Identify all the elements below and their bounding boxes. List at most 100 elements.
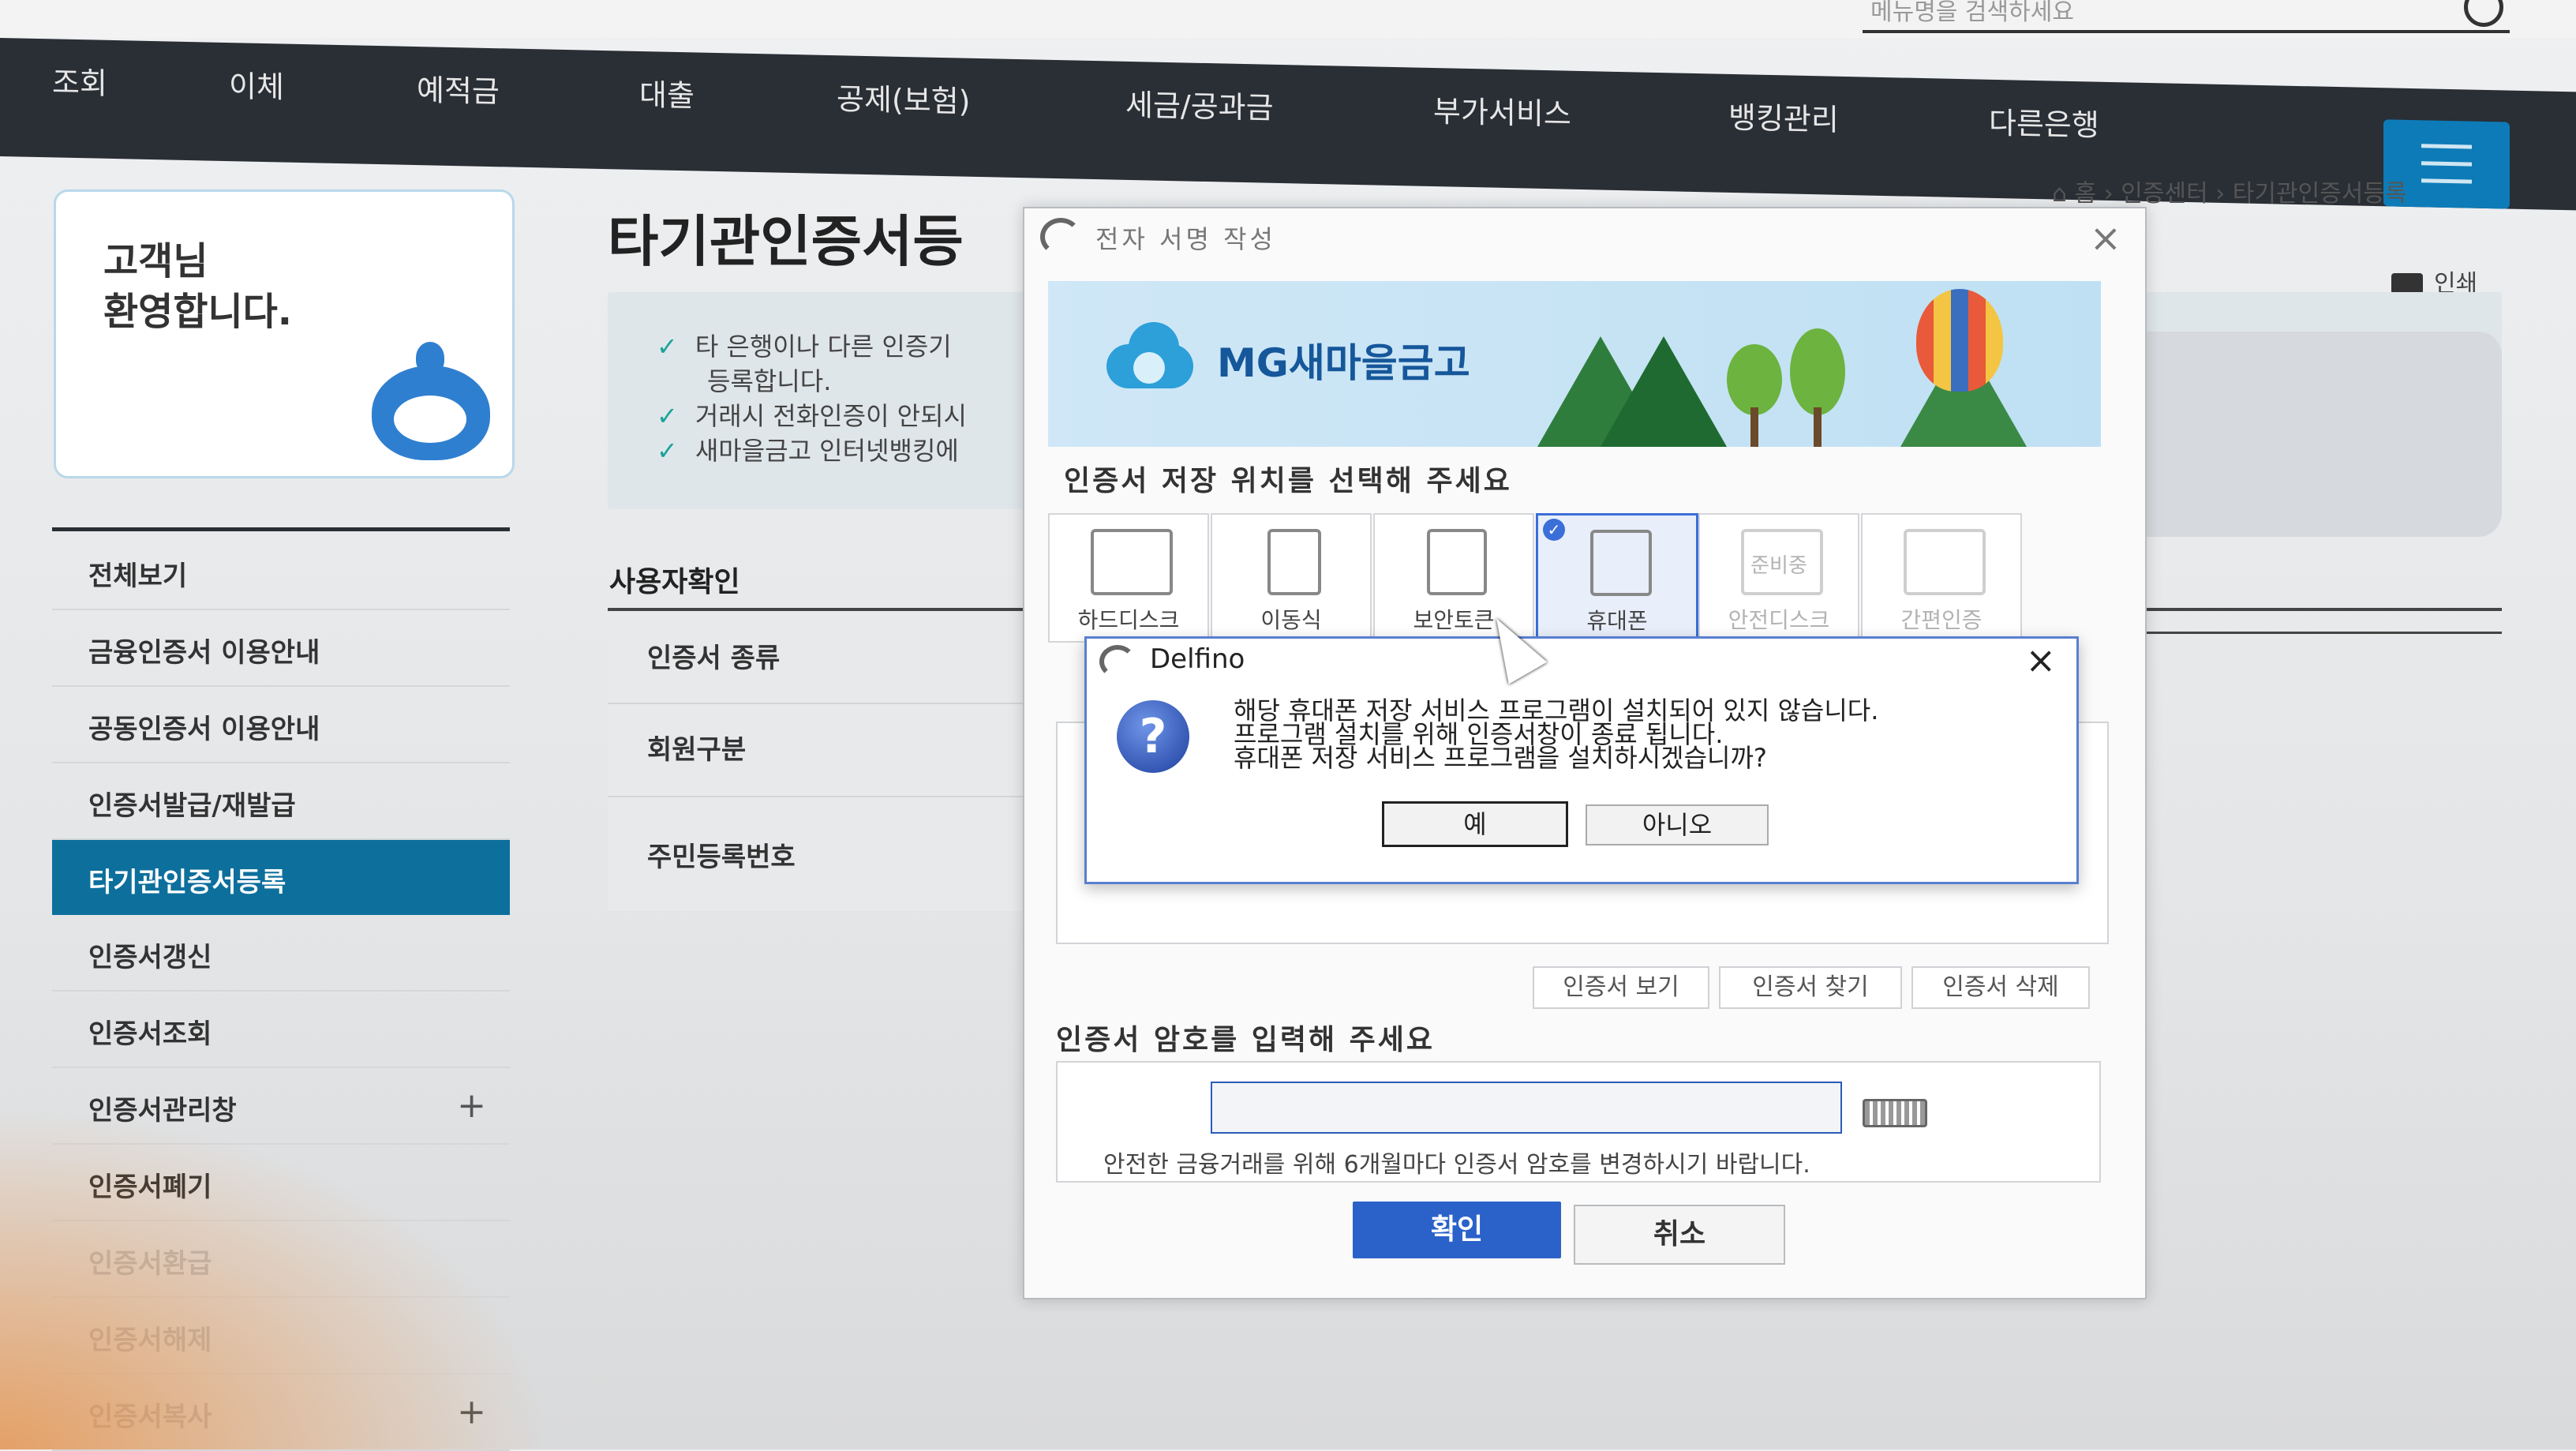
nav-item-banking-mgmt[interactable]: 뱅킹관리 (1728, 93, 1839, 139)
mascot-image (364, 334, 498, 460)
section-title: 사용자확인 (609, 566, 740, 598)
notice-line: ✓ 새마을금고 인터넷뱅킹에 (657, 436, 959, 466)
sidebar-item-label: 인증서복사 (88, 1401, 212, 1433)
usb-icon (1267, 529, 1321, 595)
top-strip: 메뉴명을 검색하세요 (0, 0, 2576, 38)
question-icon: ? (1117, 700, 1189, 773)
side-panel (2115, 332, 2502, 537)
sidebar-item-cert-release[interactable]: 인증서해제 (52, 1298, 510, 1374)
nav-item-other-bank[interactable]: 다른은행 (1989, 99, 2099, 144)
sidebar-item-label: 인증서조회 (88, 1018, 212, 1050)
page-title: 타기관인증서등 (608, 209, 964, 274)
search-box[interactable]: 메뉴명을 검색하세요 (1863, 0, 2510, 33)
no-button[interactable]: 아니오 (1586, 804, 1769, 845)
mg-cloud-logo-icon (1099, 317, 1201, 388)
simple-auth-icon (1904, 529, 1986, 595)
expand-plus-icon[interactable]: + (457, 1085, 486, 1126)
tree-illustration (1727, 344, 1782, 447)
delfino-logo-icon (1040, 218, 1081, 256)
sidebar-item-label: 금융인증서 이용안내 (88, 637, 320, 669)
check-icon: ✓ (657, 401, 678, 431)
sidebar-item-other-cert-register[interactable]: 타기관인증서등록 (52, 840, 510, 915)
brand-banner: MG새마을금고 (1048, 281, 2101, 447)
dialog-title: Delfino (1150, 643, 1245, 675)
preparing-badge: 준비중 (1750, 554, 1807, 578)
sidebar-item-label: 인증서해제 (88, 1325, 212, 1356)
sidebar-item-label: 전체보기 (88, 561, 188, 592)
breadcrumb-current: 타기관인증서등록 (2232, 180, 2407, 208)
check-icon: ✓ (657, 332, 678, 362)
password-note: 안전한 금융거래를 위해 6개월마다 인증서 암호를 변경하시기 바랍니다. (1103, 1151, 1810, 1179)
nav-item-tax[interactable]: 세금/공과금 (1125, 81, 1274, 127)
search-input[interactable]: 메뉴명을 검색하세요 (1870, 0, 2074, 27)
nav-item-insurance[interactable]: 공제(보험) (837, 74, 971, 121)
expand-plus-icon[interactable]: + (457, 1392, 486, 1432)
sidebar-item-cert-manager[interactable]: 인증서관리창 + (52, 1068, 510, 1145)
sidebar-item-cert-copy[interactable]: 인증서복사 + (52, 1374, 510, 1451)
breadcrumb-home[interactable]: 홈 (2075, 180, 2097, 208)
sidebar-item-all[interactable]: 전체보기 (52, 534, 510, 610)
welcome-card: 고객님 환영합니다. (54, 189, 515, 478)
notice-line: ✓ 타 은행이나 다른 인증기 (657, 332, 952, 362)
confirm-button[interactable]: 확인 (1353, 1202, 1561, 1258)
sidebar-item-label: 타기관인증서등록 (88, 867, 286, 898)
sidebar-item-label: 공동인증서 이용안내 (88, 714, 320, 745)
storage-option-removable[interactable]: 이동식 (1211, 513, 1372, 643)
sidebar-item-cert-renew[interactable]: 인증서갱신 (52, 915, 510, 992)
nav-item-deposit[interactable]: 예적금 (417, 66, 500, 111)
close-icon[interactable]: × (2090, 216, 2121, 261)
cancel-button[interactable]: 취소 (1574, 1205, 1785, 1265)
hamburger-icon (2421, 144, 2472, 149)
password-prompt: 인증서 암호를 입력해 주세요 (1056, 1024, 1436, 1056)
virtual-keyboard-icon[interactable] (1863, 1099, 1927, 1127)
sidebar-item-joint-cert-guide[interactable]: 공동인증서 이용안내 (52, 687, 510, 763)
section-divider (2131, 632, 2502, 634)
phone-icon (1590, 530, 1652, 596)
view-cert-button[interactable]: 인증서 보기 (1533, 966, 1709, 1009)
monitor-icon (1091, 529, 1173, 595)
storage-location-prompt: 인증서 저장 위치를 선택해 주세요 (1064, 465, 1512, 497)
storage-option-phone[interactable]: ✓ 휴대폰 (1536, 513, 1698, 644)
search-icon[interactable] (2464, 0, 2503, 27)
nav-item-transfer[interactable]: 이체 (229, 62, 284, 106)
yes-button[interactable]: 예 (1382, 801, 1568, 847)
sidebar-item-cert-refund[interactable]: 인증서환급 (52, 1221, 510, 1298)
storage-option-simple-auth[interactable]: 간편인증 (1861, 513, 2022, 643)
sidebar-divider (52, 527, 510, 531)
breadcrumb-cert-center[interactable]: 인증센터 (2121, 180, 2207, 208)
sidebar-item-cert-revoke[interactable]: 인증서폐기 (52, 1145, 510, 1221)
nav-item-inquiry[interactable]: 조회 (52, 58, 107, 102)
find-cert-button[interactable]: 인증서 찾기 (1719, 966, 1902, 1009)
sidebar-item-cert-lookup[interactable]: 인증서조회 (52, 992, 510, 1068)
sidebar-item-label: 인증서폐기 (88, 1172, 212, 1203)
lock-icon (1427, 529, 1487, 595)
storage-option-safe-disk[interactable]: 준비중 안전디스크 (1698, 513, 1859, 643)
sidebar-item-cert-issue[interactable]: 인증서발급/재발급 (52, 763, 510, 840)
notice-line: ✓ 거래시 전화인증이 안되시 (657, 401, 967, 431)
form-label-resident-number: 주민등록번호 (647, 842, 796, 873)
dialog-message: 해당 휴대폰 저장 서비스 프로그램이 설치되어 있지 않습니다. 프로그램 설… (1234, 696, 1879, 773)
checkmark-icon: ✓ (1543, 519, 1565, 541)
sidebar-item-label: 인증서발급/재발급 (88, 790, 296, 822)
close-icon[interactable]: × (2025, 639, 2056, 681)
window-title: 전자 서명 작성 (1095, 224, 1276, 254)
sidebar-item-label: 인증서환급 (88, 1248, 212, 1280)
form-label-cert-type: 인증서 종류 (647, 643, 781, 674)
chevron-right-icon: › (2103, 180, 2114, 208)
brand-name: MG새마을금고 (1217, 340, 1470, 386)
storage-option-harddisk[interactable]: 하드디스크 (1048, 513, 1209, 643)
user-check-form: 인증서 종류 회원구분 주민등록번호 (608, 611, 1034, 911)
sidebar-item-financial-cert-guide[interactable]: 금융인증서 이용안내 (52, 610, 510, 687)
install-prompt-dialog: Delfino × ? 해당 휴대폰 저장 서비스 프로그램이 설치되어 있지 … (1084, 636, 2079, 884)
delfino-logo-icon (1099, 645, 1136, 678)
sidebar-item-label: 인증서관리창 (88, 1095, 237, 1127)
home-icon[interactable]: ⌂ (2052, 180, 2067, 208)
sidebar-item-label: 인증서갱신 (88, 942, 212, 973)
nav-item-loan[interactable]: 대출 (639, 70, 695, 114)
notice-line: 등록합니다. (707, 366, 832, 396)
chevron-right-icon: › (2215, 180, 2226, 208)
password-input[interactable] (1211, 1082, 1842, 1134)
hot-air-balloon-illustration (1916, 289, 2003, 392)
delete-cert-button[interactable]: 인증서 삭제 (1911, 966, 2090, 1009)
nav-item-extra[interactable]: 부가서비스 (1433, 87, 1571, 133)
